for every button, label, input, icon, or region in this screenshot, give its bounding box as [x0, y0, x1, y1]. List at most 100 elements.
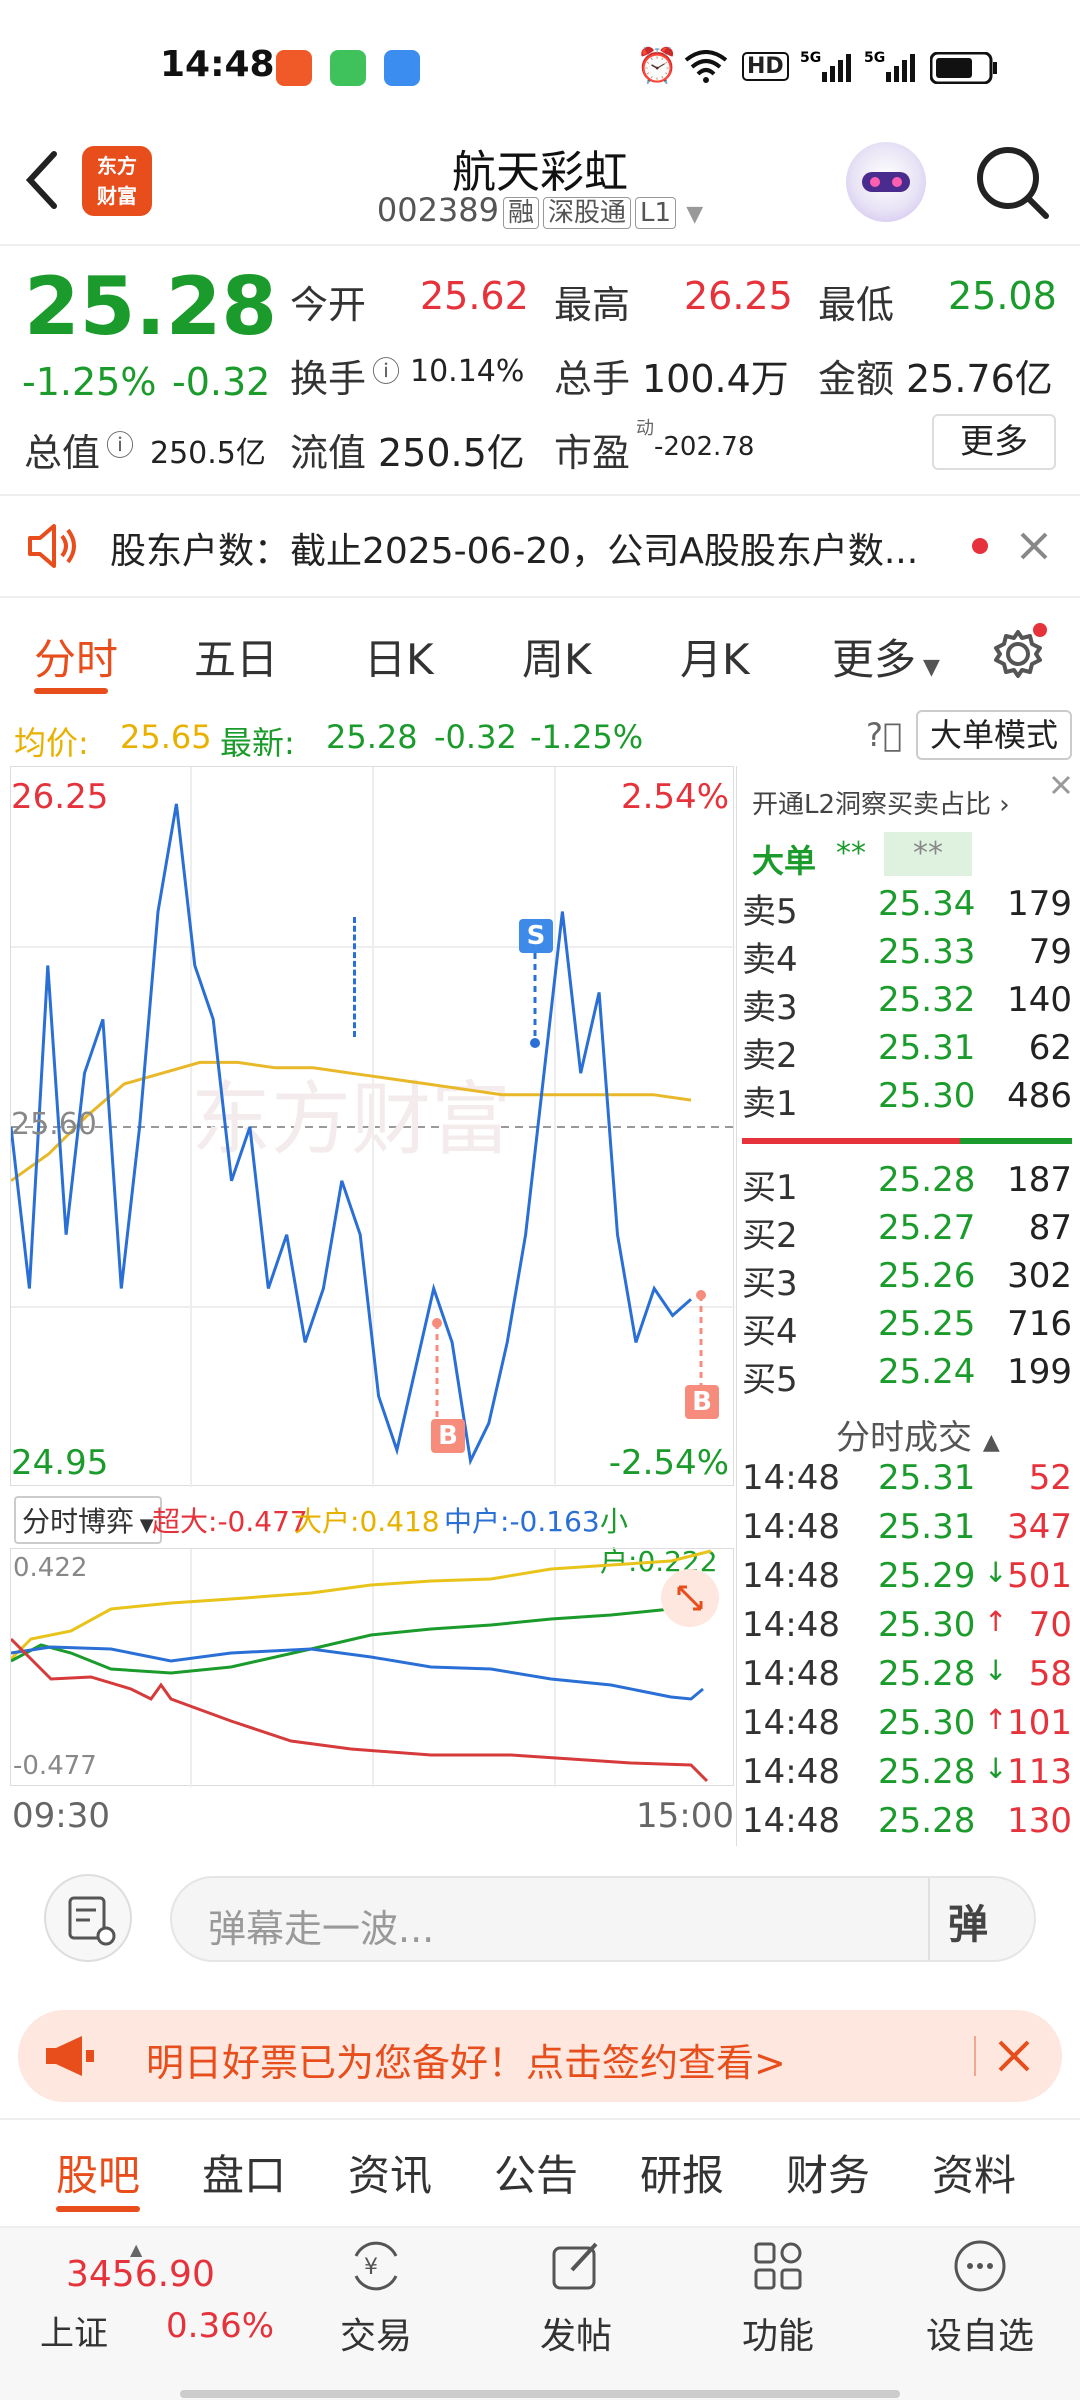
- expand-icon[interactable]: [661, 1569, 719, 1627]
- stock-code: 002389: [376, 191, 499, 229]
- float-cap-value: 250.5亿: [378, 431, 525, 475]
- trade-icon: ¥: [354, 2241, 398, 2291]
- nav-order-book[interactable]: 盘口: [202, 2142, 286, 2203]
- low-label: 最低: [818, 283, 895, 327]
- bid-row-label: 买4: [742, 1312, 798, 1352]
- trade-row-price: 25.28: [878, 1801, 976, 1841]
- trade-row[interactable]: 14:48 25.31 347: [740, 1507, 1074, 1555]
- trade-row-volume: 130: [1007, 1801, 1072, 1841]
- help-icon[interactable]: ?⃝: [866, 716, 902, 754]
- trade-row-price: 25.30: [878, 1703, 976, 1743]
- bid-row[interactable]: 买2 25.27 87: [740, 1208, 1074, 1256]
- l2-promo-link[interactable]: 开通L2洞察买卖占比 ›: [752, 784, 1010, 821]
- close-icon[interactable]: [1018, 530, 1050, 562]
- amount-label: 金额: [818, 357, 895, 401]
- ask-row[interactable]: 卖2 25.31 62: [740, 1028, 1074, 1076]
- trade-row[interactable]: 14:48 25.30 101 ↑: [740, 1703, 1074, 1751]
- index-ticker[interactable]: ▲ 3456.90 上证 0.36%: [20, 2240, 300, 2380]
- trade-row[interactable]: 14:48 25.31 52: [740, 1458, 1074, 1506]
- trade-row-price: 25.31: [878, 1458, 976, 1498]
- ask-row-volume: 62: [1028, 1028, 1072, 1068]
- tab-five-day[interactable]: 五日: [194, 626, 278, 687]
- bid-row[interactable]: 买1 25.28 187: [740, 1160, 1074, 1208]
- intraday-chart[interactable]: 东方财富 26.25 2.54% 25.60 24.95 -2.54% S B …: [10, 766, 735, 1487]
- bid-row-label: 买3: [742, 1264, 798, 1304]
- robot-assistant-icon[interactable]: [846, 142, 926, 222]
- tab-weekly-k[interactable]: 周K: [522, 626, 592, 687]
- market-cap-value: 250.5亿: [150, 436, 266, 471]
- post-button[interactable]: 发帖: [506, 2234, 646, 2359]
- trade-row[interactable]: 14:48 25.30 70 ↑: [740, 1605, 1074, 1653]
- nav-finance[interactable]: 财务: [786, 2142, 870, 2203]
- medium-label-text: 中户:: [444, 1505, 510, 1538]
- notice-bar[interactable]: 股东户数：截止2025-06-20，公司A股股东户数...: [0, 494, 1080, 598]
- danmu-settings-icon[interactable]: [44, 1874, 132, 1962]
- tab-intraday[interactable]: 分时: [34, 626, 118, 687]
- open-label: 今开: [290, 283, 367, 327]
- selector-label: 分时博弈: [22, 1505, 135, 1538]
- trade-row-label: 14:48: [742, 1458, 840, 1498]
- trade-row[interactable]: 14:48 25.28 113 ↓: [740, 1752, 1074, 1800]
- tab-daily-k[interactable]: 日K: [364, 626, 434, 687]
- search-icon[interactable]: [972, 142, 1052, 222]
- large-value: 0.418: [359, 1505, 440, 1538]
- tab-monthly-k[interactable]: 月K: [680, 626, 750, 687]
- home-indicator: [180, 2390, 900, 2398]
- sort-up-icon: ▲: [982, 1430, 1000, 1455]
- functions-button[interactable]: 功能: [708, 2234, 848, 2359]
- bid-row-label: 买1: [742, 1168, 798, 1208]
- capital-flow-selector[interactable]: 分时博弈 ▼: [14, 1496, 162, 1544]
- info-icon[interactable]: ⓘ: [372, 350, 400, 390]
- avg-value: 25.65: [120, 718, 212, 756]
- trade-row-price: 25.28: [878, 1752, 976, 1792]
- open-value: 25.62: [420, 274, 529, 318]
- danmu-input[interactable]: 弹幕走一波... 弹: [170, 1876, 1036, 1962]
- large-label: 大户:0.418: [294, 1500, 440, 1540]
- ask-row[interactable]: 卖1 25.30 486: [740, 1076, 1074, 1124]
- close-icon[interactable]: [1046, 770, 1076, 800]
- more-button[interactable]: 更多: [932, 414, 1056, 470]
- nav-news[interactable]: 资讯: [348, 2142, 432, 2203]
- trade-row[interactable]: 14:48 25.28 130: [740, 1801, 1074, 1849]
- ask-row[interactable]: 卖3 25.32 140: [740, 980, 1074, 1028]
- close-icon[interactable]: [994, 2036, 1034, 2076]
- trade-row-price: 25.29: [878, 1556, 976, 1596]
- big-order-mask: **: [836, 836, 866, 871]
- bid-row[interactable]: 买4 25.25 716: [740, 1304, 1074, 1352]
- trade-row-volume: 58: [1028, 1654, 1072, 1694]
- trade-row[interactable]: 14:48 25.29 501 ↓: [740, 1556, 1074, 1604]
- capital-flow-chart[interactable]: 0.422 -0.477: [10, 1548, 734, 1787]
- bid-row[interactable]: 买5 25.24 199: [740, 1352, 1074, 1400]
- settings-gear-icon[interactable]: [990, 622, 1050, 682]
- nav-announcements[interactable]: 公告: [494, 2142, 578, 2203]
- trade-direction-icon: ↓: [984, 1556, 1008, 1589]
- medium-value: -0.163: [509, 1505, 600, 1538]
- info-icon[interactable]: ⓘ: [106, 424, 134, 464]
- active-nav-indicator: [56, 2206, 140, 2212]
- ask-row-label: 卖4: [742, 940, 798, 980]
- ask-row-volume: 179: [1007, 884, 1072, 924]
- trade-button[interactable]: ¥ 交易: [306, 2234, 446, 2359]
- nav-guba[interactable]: 股吧: [56, 2142, 140, 2203]
- index-name: 上证: [40, 2314, 108, 2354]
- ask-row[interactable]: 卖5 25.34 179: [740, 884, 1074, 932]
- tab-more[interactable]: 更多 ▼: [832, 626, 940, 687]
- change-amount: -0.32: [172, 360, 271, 404]
- nav-research[interactable]: 研报: [640, 2142, 724, 2203]
- ask-row[interactable]: 卖4 25.33 79: [740, 932, 1074, 980]
- trade-row[interactable]: 14:48 25.28 58 ↓: [740, 1654, 1074, 1702]
- trade-row-price: 25.30: [878, 1605, 976, 1645]
- danmu-placeholder: 弹幕走一波...: [208, 1907, 435, 1951]
- danmu-send-button[interactable]: 弹: [948, 1892, 988, 1950]
- trades-header[interactable]: 分时成交 ▲: [836, 1410, 1000, 1459]
- big-order-mode-button[interactable]: 大单模式: [916, 710, 1072, 760]
- bid-row[interactable]: 买3 25.26 302: [740, 1256, 1074, 1304]
- add-watchlist-button[interactable]: 设自选: [910, 2234, 1050, 2359]
- medium-label: 中户:-0.163: [444, 1500, 600, 1540]
- latest-change: -0.32: [434, 718, 517, 756]
- promo-banner[interactable]: 明日好票已为您备好！点击签约查看>: [18, 2010, 1062, 2102]
- ask-row-label: 卖3: [742, 988, 798, 1028]
- notice-text: 股东户数：截止2025-06-20，公司A股股东户数...: [110, 531, 919, 572]
- nav-profile[interactable]: 资料: [932, 2142, 1016, 2203]
- big-order-mask: **: [884, 832, 972, 876]
